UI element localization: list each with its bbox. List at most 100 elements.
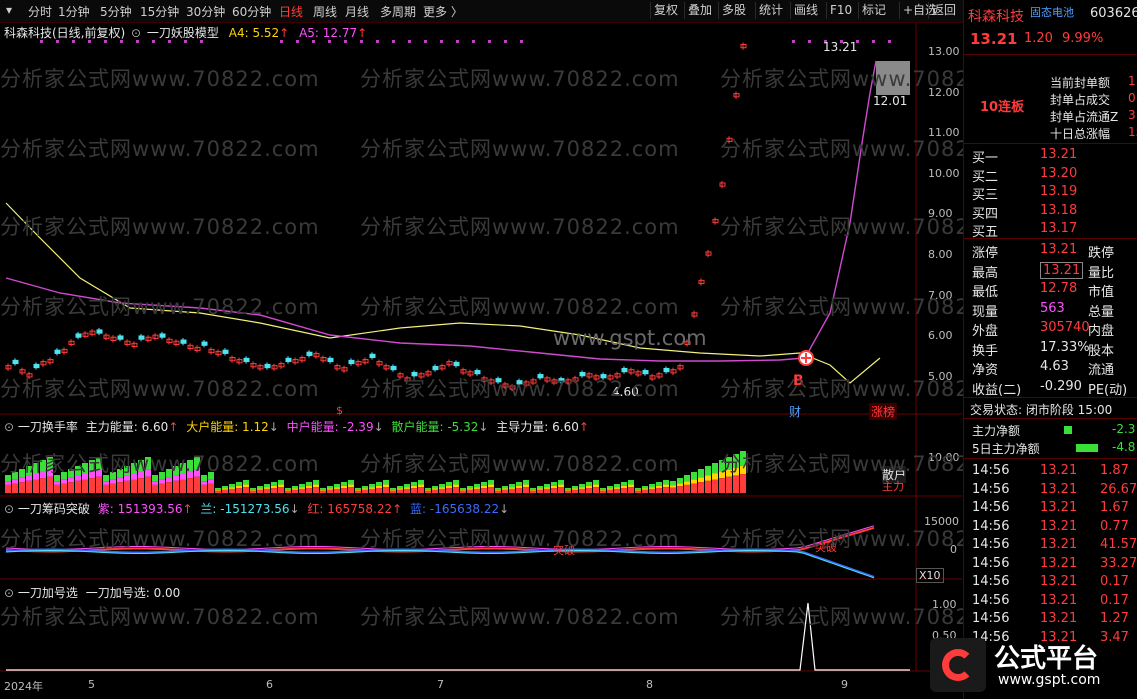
candle-body bbox=[180, 339, 187, 344]
vol-bar-main bbox=[530, 490, 536, 493]
candle-body bbox=[642, 369, 649, 375]
vol-bar-retail bbox=[390, 488, 396, 490]
vol-bar-main bbox=[670, 487, 676, 493]
period-0[interactable]: 分时 bbox=[28, 3, 52, 20]
vol-bar-mid bbox=[138, 471, 144, 479]
date-tick: 5 bbox=[88, 678, 95, 691]
vol-bar-mid bbox=[726, 469, 732, 477]
panel3-ytick1: 15000 bbox=[924, 515, 959, 528]
vol-bar-mid bbox=[313, 484, 319, 488]
limit-list-marker[interactable]: 涨榜 bbox=[869, 403, 898, 420]
vol-bar-main bbox=[439, 488, 445, 493]
vol-bar-mid bbox=[502, 488, 508, 490]
vol-bar-main bbox=[376, 488, 382, 493]
menu-icon[interactable]: ▾ bbox=[6, 3, 12, 17]
up-arrow-icon: ↑ bbox=[168, 420, 179, 434]
vol-bar-main bbox=[334, 488, 340, 493]
tick-price: 13.21 bbox=[1040, 481, 1078, 497]
vol-bar-retail bbox=[257, 486, 263, 489]
toolbar-button-0[interactable]: 复权 bbox=[650, 2, 681, 19]
vol-bar-retail bbox=[47, 457, 53, 470]
vol-bar-retail bbox=[712, 463, 718, 474]
chart-area[interactable]: 科森科技(日线,前复权) ⊙ 一刀妖股模型 A4: 5.52↑ A5: 12.7… bbox=[0, 23, 1039, 699]
quote-label: 外盘 bbox=[972, 324, 999, 339]
vol-bar-main bbox=[26, 480, 32, 493]
period-5[interactable]: 60分钟 bbox=[232, 3, 271, 20]
vol-bar-retail bbox=[229, 484, 235, 488]
period-8[interactable]: 月线 bbox=[345, 3, 369, 20]
vol-bar-retail bbox=[145, 457, 151, 470]
date-tick: 7 bbox=[437, 678, 444, 691]
toolbar-button-2[interactable]: 多股 bbox=[718, 2, 749, 19]
order-book-price: 13.17 bbox=[1040, 221, 1078, 236]
vol-bar-retail bbox=[509, 484, 515, 488]
up-arrow-icon: ↑ bbox=[279, 26, 290, 40]
net-flow-bar bbox=[1064, 426, 1072, 434]
lead-force: 主导力量: 6.60 bbox=[496, 420, 579, 434]
toolbar-button-1[interactable]: 叠加 bbox=[684, 2, 715, 19]
period-6[interactable]: 日线 bbox=[279, 3, 303, 20]
period-9[interactable]: 多周期 bbox=[380, 3, 416, 20]
tick-price: 13.21 bbox=[1040, 611, 1078, 626]
candle-body bbox=[474, 369, 481, 375]
toolbar-button-4[interactable]: 画线 bbox=[790, 2, 821, 19]
vol-bar-mid bbox=[628, 484, 634, 488]
toolbar-button-3[interactable]: 统计 bbox=[755, 2, 786, 19]
period-4[interactable]: 30分钟 bbox=[186, 3, 225, 20]
candle-body bbox=[390, 365, 397, 371]
period-2[interactable]: 5分钟 bbox=[100, 3, 132, 20]
chevron-icon[interactable]: ⊙ bbox=[4, 586, 14, 600]
tick-volume: 1.27 bbox=[1100, 611, 1129, 626]
buy-marker: B bbox=[793, 373, 804, 389]
panel4-value: 一刀加号选: 0.00 bbox=[85, 586, 181, 600]
vol-bar-mid bbox=[208, 479, 214, 484]
toolbar-button-5[interactable]: F10 bbox=[826, 2, 855, 19]
vol-bar-retail bbox=[453, 480, 459, 485]
vol-bar-mid bbox=[705, 475, 711, 481]
toolbar-button-6[interactable]: 标记 bbox=[858, 2, 889, 19]
quote-value: 13.21 bbox=[1040, 242, 1078, 257]
quote-value: 17.33% bbox=[1040, 339, 1090, 355]
dollar-marker[interactable]: $ bbox=[336, 404, 343, 417]
vol-bar-main bbox=[341, 488, 347, 493]
vol-bar-retail bbox=[82, 463, 88, 474]
vol-bar-retail bbox=[201, 475, 207, 482]
scale-badge[interactable]: X10 bbox=[916, 568, 944, 583]
vol-bar-main bbox=[145, 476, 151, 493]
ma-purple-line bbox=[5, 60, 877, 362]
candle-body bbox=[537, 374, 544, 379]
tick-time: 14:56 bbox=[972, 555, 1010, 571]
panel3-title: ⊙ 一刀筹码突破 紫: 151393.56↑ 兰: -151273.56↓ 红:… bbox=[4, 500, 509, 517]
concept-tag[interactable]: 固态电池 bbox=[1030, 4, 1074, 20]
vol-bar-main bbox=[383, 487, 389, 493]
vol-bar-retail bbox=[320, 488, 326, 490]
vol-bar-retail bbox=[719, 460, 725, 472]
tick-volume: 0.17 bbox=[1100, 592, 1129, 608]
period-3[interactable]: 15分钟 bbox=[140, 3, 179, 20]
date-tick: 6 bbox=[266, 678, 273, 691]
breakout-label-2: 突破 bbox=[815, 541, 837, 554]
candle-body bbox=[579, 372, 586, 377]
chevron-icon[interactable]: ⊙ bbox=[4, 420, 14, 434]
vol-bar-mid bbox=[47, 469, 53, 477]
period-1[interactable]: 1分钟 bbox=[58, 3, 90, 20]
vol-bar-mid bbox=[698, 477, 704, 483]
vol-bar-mid bbox=[285, 489, 291, 491]
vol-bar-retail bbox=[579, 484, 585, 488]
period-7[interactable]: 周线 bbox=[313, 3, 337, 20]
vol-bar-main bbox=[411, 488, 417, 493]
settings-icon[interactable]: ⊙ bbox=[131, 26, 141, 40]
vol-bar-main bbox=[159, 483, 165, 493]
vol-bar-main bbox=[362, 489, 368, 493]
period-10[interactable]: 更多 〉 bbox=[423, 3, 463, 20]
toolbar-button-8[interactable]: 返回 bbox=[928, 2, 959, 19]
vol-bar-main bbox=[117, 482, 123, 493]
vol-bar-main bbox=[740, 474, 746, 493]
vol-bar-mid bbox=[89, 471, 95, 479]
finance-marker[interactable]: 财 bbox=[789, 403, 801, 420]
price-tick: 8.00 bbox=[928, 248, 953, 261]
vol-bar-mid bbox=[201, 481, 207, 485]
vol-bar-retail bbox=[306, 482, 312, 486]
chevron-icon[interactable]: ⊙ bbox=[4, 502, 14, 516]
vol-bar-main bbox=[558, 487, 564, 493]
